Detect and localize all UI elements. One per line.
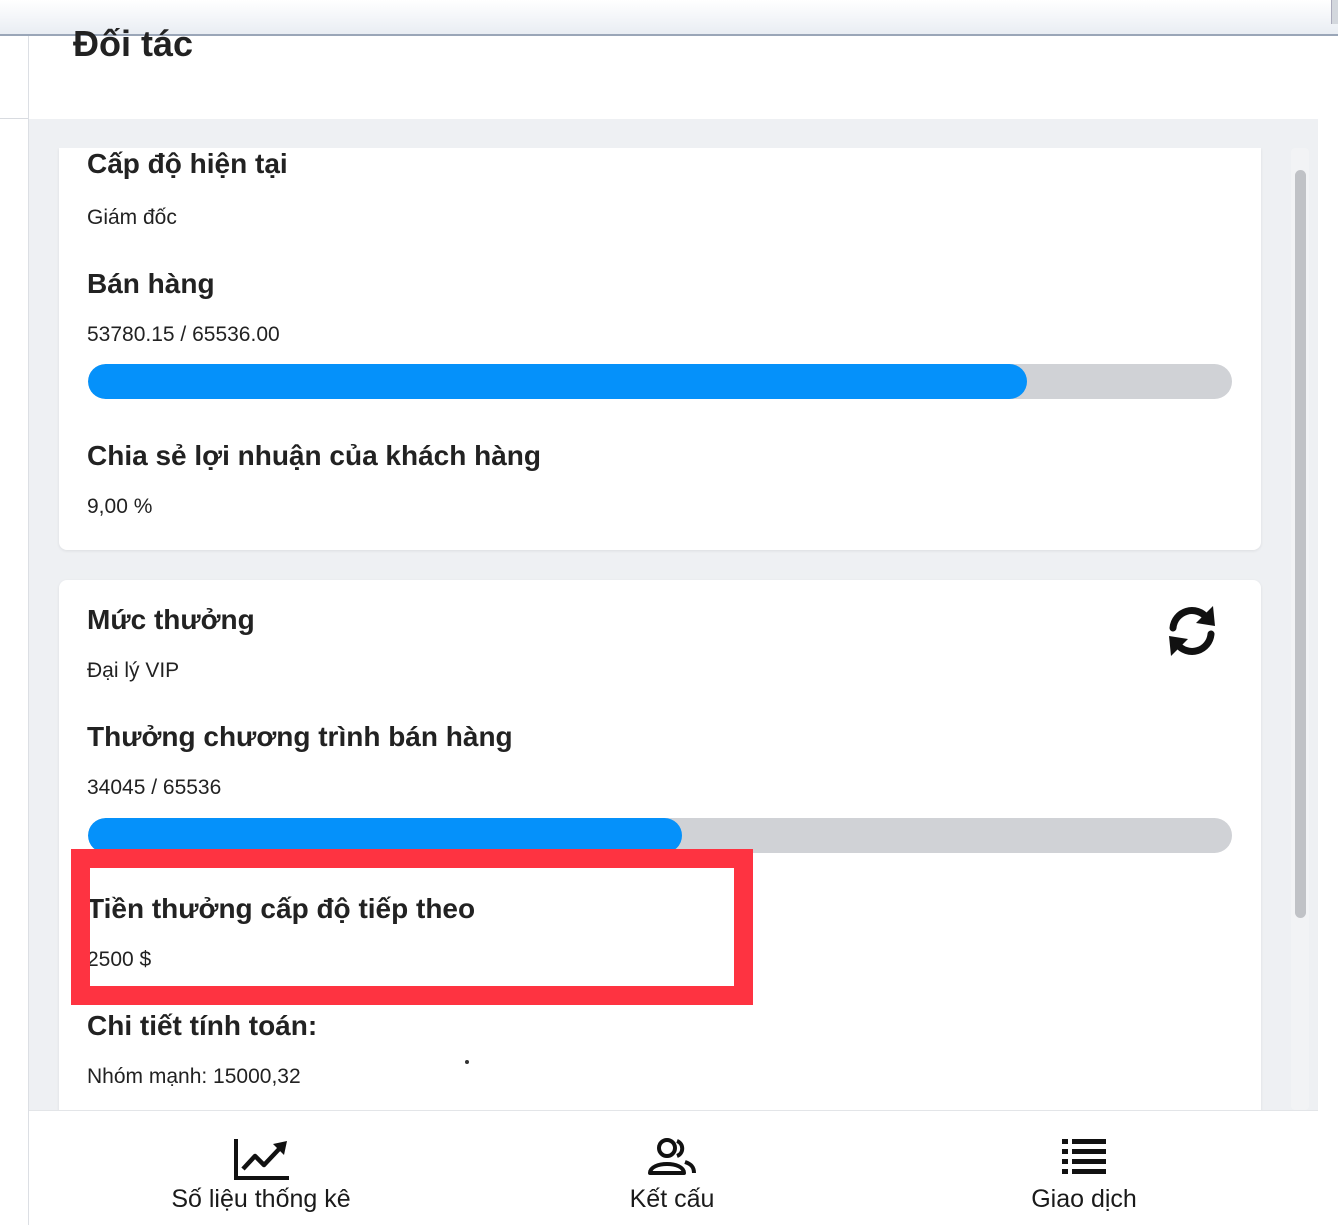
current-level-value: Giám đốc xyxy=(87,206,177,229)
sales-program-label: Thưởng chương trình bán hàng xyxy=(87,721,513,752)
strong-group-value: Nhóm mạnh: 15000,32 xyxy=(87,1065,301,1088)
page-header: Đối tác xyxy=(29,23,1318,119)
right-edge xyxy=(1318,36,1338,1225)
list-icon xyxy=(1062,1139,1106,1174)
sales-program-value: 34045 / 65536 xyxy=(87,776,222,799)
refresh-icon[interactable] xyxy=(1163,602,1221,660)
nav-label-structure: Kết cấu xyxy=(629,1185,715,1213)
main-content: Đối tác Cấp độ hiện tại Giám đốc Bán hàn… xyxy=(29,23,1318,1225)
scrollbar-thumb[interactable] xyxy=(1295,170,1306,918)
nav-item-transactions[interactable]: Giao dịch xyxy=(984,1111,1184,1226)
calc-details-label: Chi tiết tính toán: xyxy=(87,1010,318,1041)
sales-value: 53780.15 / 65536.00 xyxy=(87,323,280,346)
stray-dot xyxy=(465,1060,469,1064)
users-icon xyxy=(648,1138,696,1175)
current-level-label: Cấp độ hiện tại xyxy=(87,148,288,179)
page-title: Đối tác xyxy=(73,23,194,64)
sales-progress-fill xyxy=(88,364,1027,399)
nav-item-statistics[interactable]: Số liệu thống kê xyxy=(161,1111,361,1226)
chart-line-icon xyxy=(234,1139,289,1180)
nav-label-statistics: Số liệu thống kê xyxy=(171,1185,351,1213)
sales-progress-bar xyxy=(88,364,1232,399)
profit-share-value: 9,00 % xyxy=(87,495,153,518)
vertical-scrollbar[interactable] xyxy=(1291,148,1309,1110)
nav-item-structure[interactable]: Kết cấu xyxy=(572,1111,772,1226)
sales-program-progress-bar xyxy=(88,818,1232,853)
window-corner xyxy=(1331,0,1338,24)
sales-label: Bán hàng xyxy=(87,268,215,299)
nav-label-transactions: Giao dịch xyxy=(1031,1185,1137,1213)
next-level-bonus-label: Tiền thưởng cấp độ tiếp theo xyxy=(87,893,476,924)
left-side-panel xyxy=(0,36,29,1225)
profit-share-label: Chia sẻ lợi nhuận của khách hàng xyxy=(87,440,542,471)
divider xyxy=(0,118,28,119)
next-level-bonus-value: 2500 $ xyxy=(87,948,152,971)
level-card: Cấp độ hiện tại Giám đốc Bán hàng 53780.… xyxy=(59,148,1261,550)
scroll-area[interactable]: Cấp độ hiện tại Giám đốc Bán hàng 53780.… xyxy=(29,148,1318,1225)
bottom-navigation: Số liệu thống kê Kết cấu Giao dịch xyxy=(29,1110,1318,1226)
browser-toolbar xyxy=(0,0,1338,36)
reward-level-label: Mức thưởng xyxy=(87,604,255,635)
reward-level-value: Đại lý VIP xyxy=(87,659,180,682)
sales-program-progress-fill xyxy=(88,818,683,853)
